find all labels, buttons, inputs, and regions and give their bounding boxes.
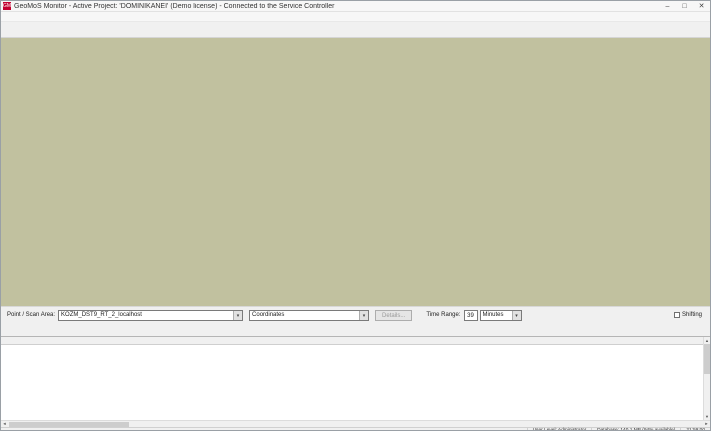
scroll-up-icon[interactable]: ▲ <box>704 337 710 344</box>
table-horizontal-scrollbar[interactable]: ◄ ► <box>1 420 710 427</box>
database-status: Database: 140.1 MB (94% available) <box>591 428 680 431</box>
close-button[interactable]: ✕ <box>693 1 710 12</box>
table-header <box>1 337 710 345</box>
user-level-status: User Level: Administrator <box>527 428 592 431</box>
view-type-value: Coordinates <box>252 312 284 318</box>
menubar <box>1 12 710 22</box>
table-vertical-scrollbar[interactable]: ▲ ▼ <box>703 337 710 420</box>
time-range-label: Time Range: <box>426 312 460 318</box>
shifting-label: Shifting <box>682 312 702 318</box>
coordinate-diff-chart <box>1 38 711 290</box>
chevron-down-icon[interactable]: ▾ <box>512 311 521 320</box>
point-scan-area-label: Point / Scan Area: <box>7 312 55 318</box>
point-select-value: KOZM_DST9_RT_2_localhost <box>61 312 142 318</box>
time-unit-value: Minutes <box>483 312 504 318</box>
details-button[interactable]: Details... <box>375 310 412 321</box>
clock-status: 21:59:00 <box>680 428 710 431</box>
chart-panel <box>1 38 710 306</box>
status-bar: User Level: Administrator Database: 140.… <box>1 427 710 431</box>
minimize-button[interactable]: – <box>659 1 676 12</box>
maximize-button[interactable]: □ <box>676 1 693 12</box>
tab-strip <box>1 323 710 336</box>
time-range-input[interactable]: 39 <box>464 310 478 321</box>
app-icon: GM <box>3 2 11 10</box>
toolbar <box>1 22 710 38</box>
shifting-checkbox[interactable]: Shifting <box>674 312 702 318</box>
scrollbar-thumb[interactable] <box>9 422 129 427</box>
chevron-down-icon[interactable]: ▾ <box>359 311 368 320</box>
titlebar: GM GeoMoS Monitor - Active Project: 'DOM… <box>1 1 710 12</box>
window-controls: – □ ✕ <box>659 1 710 12</box>
controls-row: Point / Scan Area: KOZM_DST9_RT_2_localh… <box>1 306 710 323</box>
chevron-down-icon[interactable]: ▾ <box>233 311 242 320</box>
checkbox-box[interactable] <box>674 312 680 318</box>
point-select[interactable]: KOZM_DST9_RT_2_localhost ▾ <box>58 310 243 321</box>
log-table: ▲ ▼ <box>1 336 710 420</box>
scrollbar-thumb[interactable] <box>704 344 710 374</box>
app-window: GM GeoMoS Monitor - Active Project: 'DOM… <box>0 0 711 431</box>
scroll-down-icon[interactable]: ▼ <box>704 413 710 420</box>
window-title: GeoMoS Monitor - Active Project: 'DOMINI… <box>14 3 659 10</box>
view-type-select[interactable]: Coordinates ▾ <box>249 310 369 321</box>
time-unit-select[interactable]: Minutes ▾ <box>480 310 522 321</box>
